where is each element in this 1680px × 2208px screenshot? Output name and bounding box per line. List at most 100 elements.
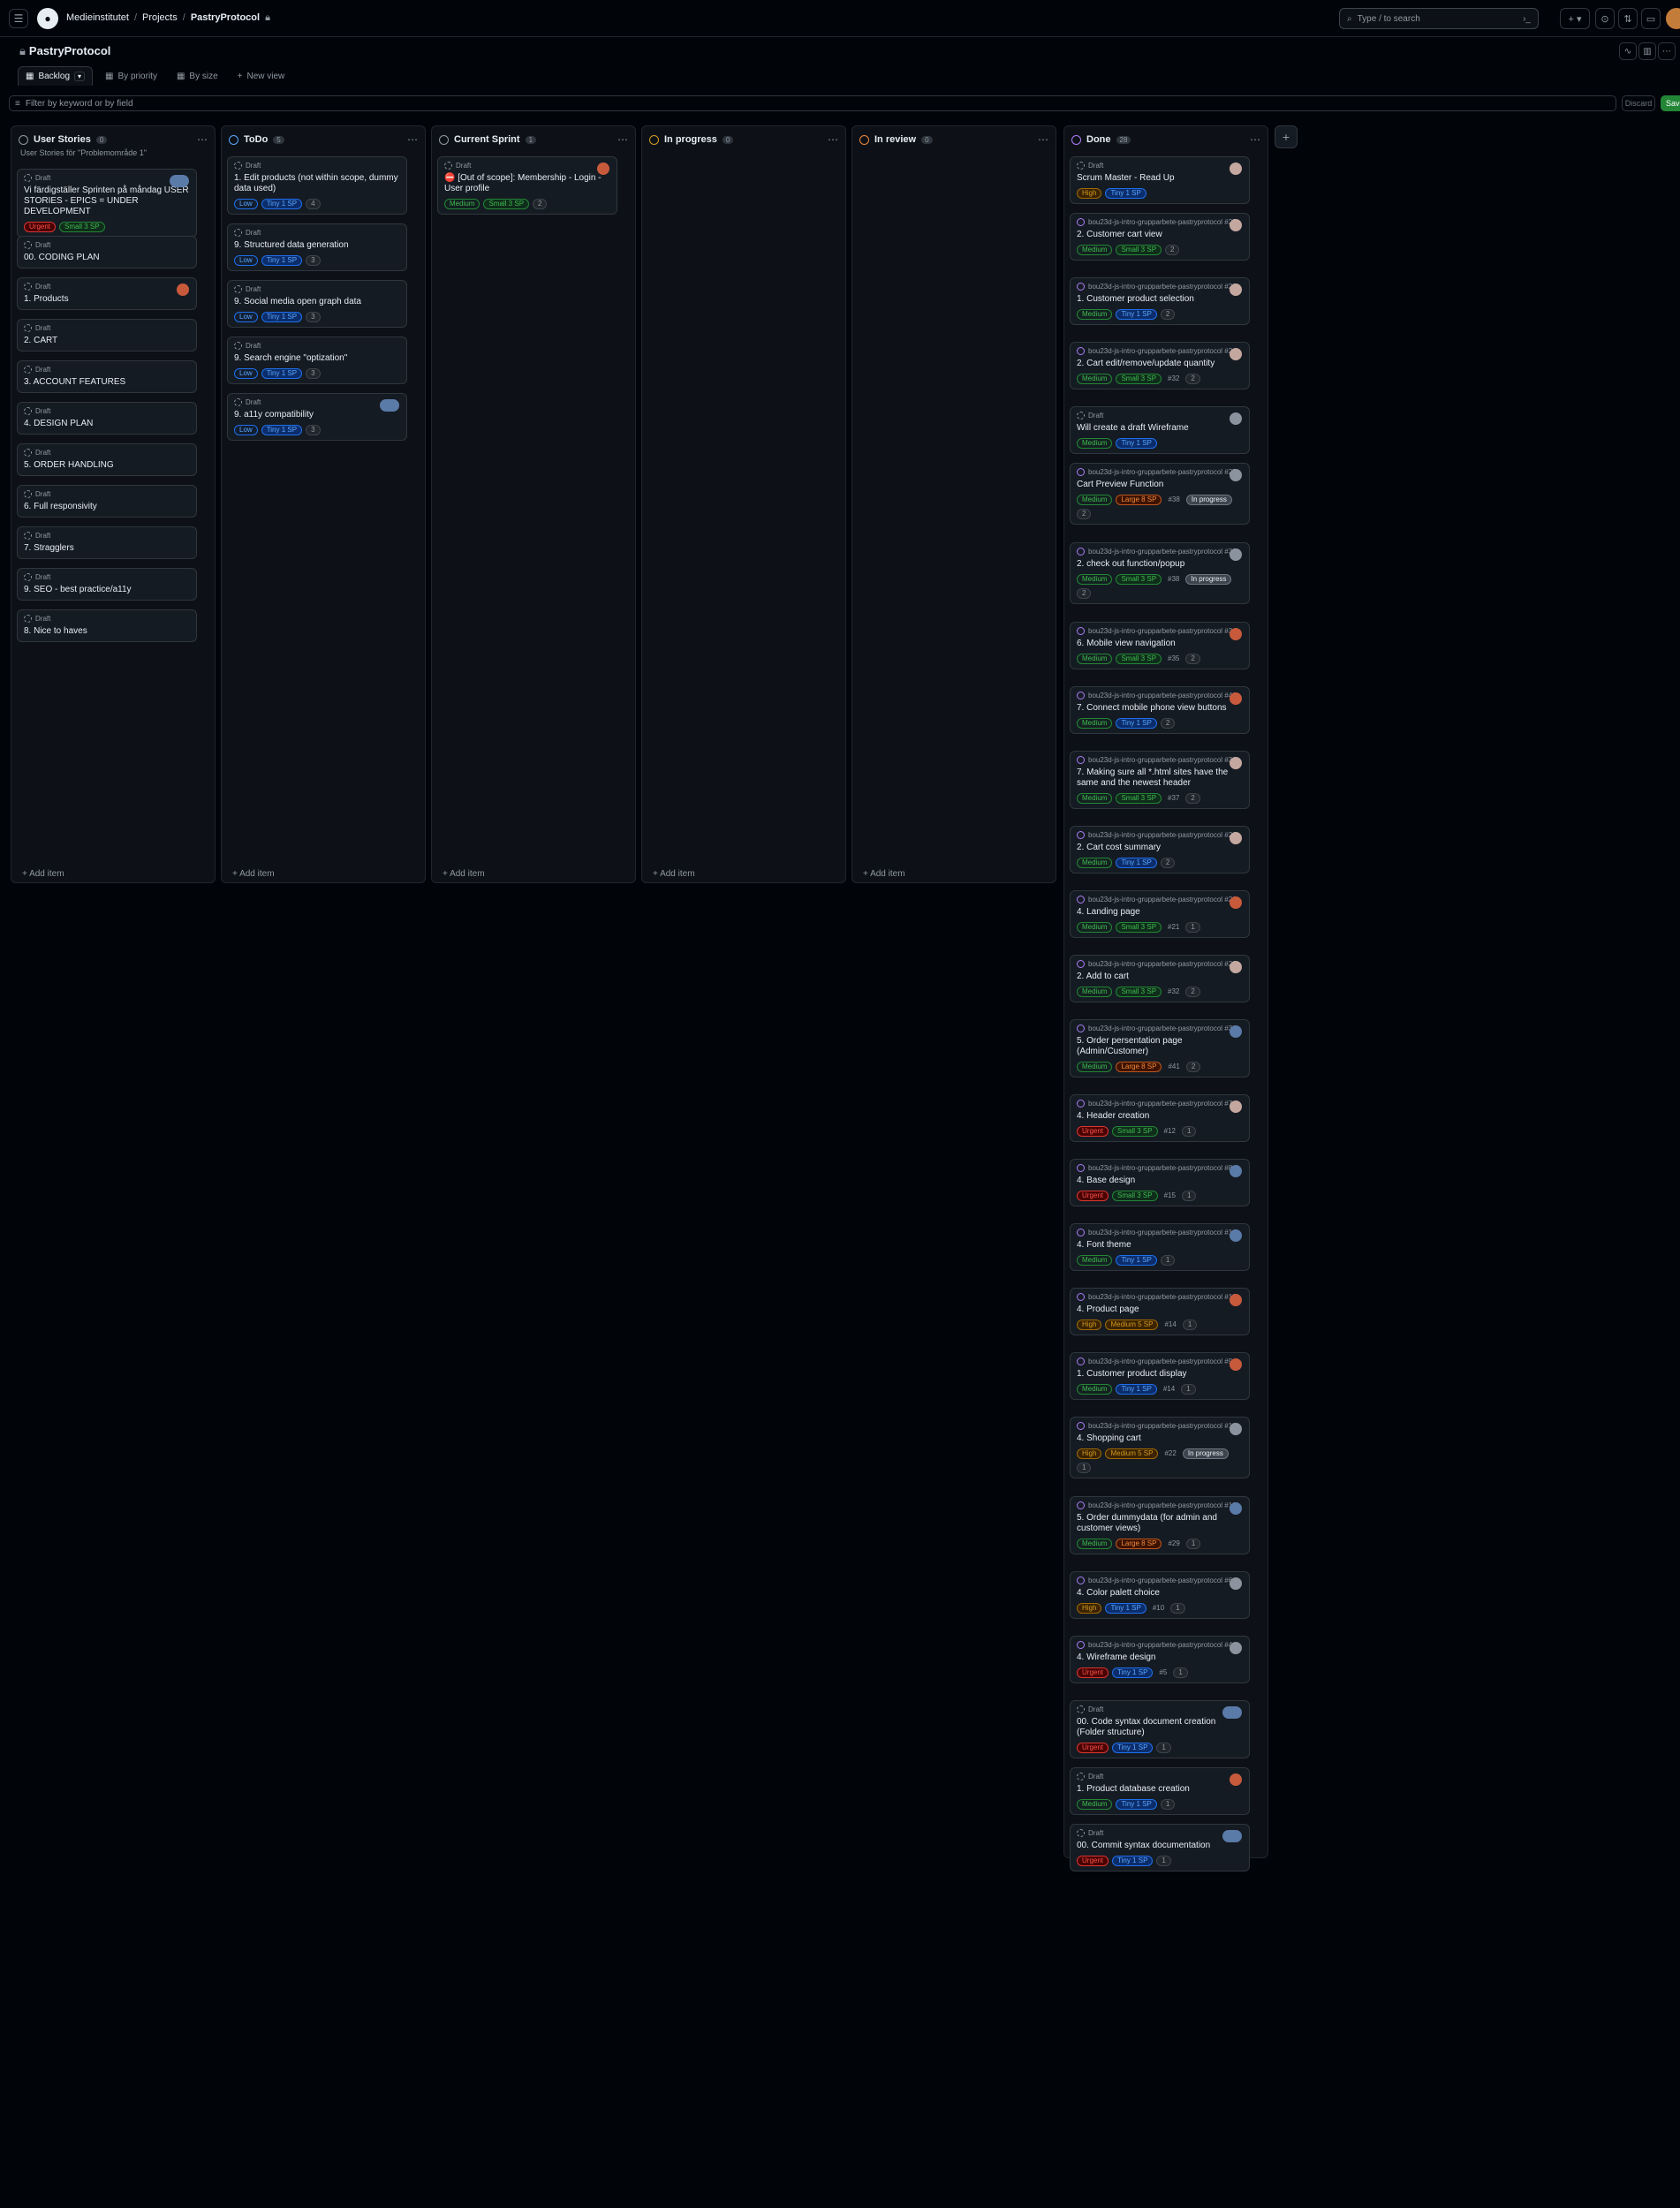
assignee-avatar[interactable] xyxy=(1230,219,1242,231)
card[interactable]: bou23d-js-intro-grupparbete-pastryprotoc… xyxy=(1070,1019,1250,1078)
card[interactable]: bou23d-js-intro-grupparbete-pastryprotoc… xyxy=(1070,622,1250,669)
card-title[interactable]: 1. Edit products (not within scope, dumm… xyxy=(234,173,400,194)
assignee-avatar[interactable] xyxy=(1230,1502,1242,1515)
card-title[interactable]: Cart Preview Function xyxy=(1077,480,1243,490)
card[interactable]: bou23d-js-intro-grupparbete-pastryprotoc… xyxy=(1070,1159,1250,1206)
tab-new-view[interactable]: + New view xyxy=(231,66,292,86)
assignee-avatar[interactable] xyxy=(1230,163,1242,175)
card[interactable]: bou23d-js-intro-grupparbete-pastryprotoc… xyxy=(1070,1496,1250,1554)
card[interactable]: Draft 00. CODING PLAN xyxy=(17,236,197,268)
card-title[interactable]: 2. CART xyxy=(24,336,190,346)
chevron-down-icon[interactable]: ▾ xyxy=(74,72,86,81)
add-item-button[interactable]: + Add item xyxy=(232,869,275,879)
card[interactable]: bou23d-js-intro-grupparbete-pastryprotoc… xyxy=(1070,826,1250,873)
card-title[interactable]: ⛔ [Out of scope]: Membership - Login - U… xyxy=(444,173,610,194)
card[interactable]: bou23d-js-intro-grupparbete-pastryprotoc… xyxy=(1070,213,1250,261)
assignee-avatar[interactable] xyxy=(1230,1773,1242,1786)
assignee-avatar[interactable] xyxy=(1230,1642,1242,1654)
card[interactable]: Draft 1. Edit products (not within scope,… xyxy=(227,156,407,215)
card-title[interactable]: 7. Connect mobile phone view buttons xyxy=(1077,703,1243,714)
card-title[interactable]: 7. Stragglers xyxy=(24,543,190,554)
insights-icon[interactable]: ∿ xyxy=(1619,42,1637,60)
card-title[interactable]: 4. Wireframe design xyxy=(1077,1652,1243,1663)
card-title[interactable]: 9. Social media open graph data xyxy=(234,297,400,307)
assignee-avatar[interactable] xyxy=(1230,412,1242,425)
card[interactable]: Draft 8. Nice to haves xyxy=(17,609,197,642)
card[interactable]: Draft 00. Code syntax document creation (… xyxy=(1070,1700,1250,1758)
inbox-icon[interactable]: ▭ xyxy=(1641,8,1661,29)
assignee-avatar[interactable] xyxy=(177,284,189,296)
card[interactable]: Draft 7. Stragglers xyxy=(17,526,197,559)
assignee-avatar[interactable] xyxy=(1230,1100,1242,1113)
card-title[interactable]: 9. SEO - best practice/a11y xyxy=(24,585,190,595)
card-title[interactable]: 2. Customer cart view xyxy=(1077,230,1243,240)
user-avatar[interactable] xyxy=(1666,8,1680,29)
assignee-avatar[interactable] xyxy=(1230,1165,1242,1177)
breadcrumb-project[interactable]: PastryProtocol xyxy=(191,12,260,24)
card-title[interactable]: 9. a11y compatibility xyxy=(234,410,400,420)
card-title[interactable]: Vi färdigställer Sprinten på måndag USER… xyxy=(24,185,190,217)
breadcrumb-org[interactable]: Medieinstitutet xyxy=(66,12,129,24)
card[interactable]: bou23d-js-intro-grupparbete-pastryprotoc… xyxy=(1070,1094,1250,1142)
card[interactable]: bou23d-js-intro-grupparbete-pastryprotoc… xyxy=(1070,1352,1250,1400)
card-title[interactable]: 1. Product database creation xyxy=(1077,1784,1243,1795)
card-title[interactable]: 4. Shopping cart xyxy=(1077,1433,1243,1444)
card[interactable]: Draft 1. Product database creation Medium T… xyxy=(1070,1767,1250,1815)
column-menu-icon[interactable]: ⋯ xyxy=(1038,133,1048,146)
create-new-button[interactable]: + ▾ xyxy=(1560,8,1590,29)
assignee-avatar[interactable] xyxy=(1230,961,1242,973)
menu-icon[interactable]: ☰ xyxy=(9,9,28,28)
column-menu-icon[interactable]: ⋯ xyxy=(617,133,628,146)
card[interactable]: bou23d-js-intro-grupparbete-pastryprotoc… xyxy=(1070,686,1250,734)
card-title[interactable]: 9. Search engine "optization" xyxy=(234,353,400,364)
assignee-avatar[interactable] xyxy=(1230,1577,1242,1590)
card-title[interactable]: 9. Structured data generation xyxy=(234,240,400,251)
card[interactable]: Draft 9. Structured data generation Low Tin… xyxy=(227,223,407,271)
card-title[interactable]: 1. Customer product display xyxy=(1077,1369,1243,1380)
add-column-button[interactable]: + xyxy=(1275,125,1298,148)
card[interactable]: Draft 9. Social media open graph data Low T… xyxy=(227,280,407,328)
card-title[interactable]: 4. Base design xyxy=(1077,1176,1243,1186)
card-title[interactable]: 4. DESIGN PLAN xyxy=(24,419,190,429)
card-title[interactable]: 2. Cart cost summary xyxy=(1077,843,1243,853)
filter-input[interactable]: ≡ Filter by keyword or by field xyxy=(9,95,1616,111)
card[interactable]: Draft ⛔ [Out of scope]: Membership - Logi… xyxy=(437,156,617,215)
card-title[interactable]: 8. Nice to haves xyxy=(24,626,190,637)
tab-by-size[interactable]: ▦ By size xyxy=(170,66,225,86)
card[interactable]: Draft 1. Products xyxy=(17,277,197,310)
save-button[interactable]: Save xyxy=(1661,95,1680,111)
card[interactable]: bou23d-js-intro-grupparbete-pastryprotoc… xyxy=(1070,1417,1250,1478)
card-title[interactable]: 1. Customer product selection xyxy=(1077,294,1243,305)
column-menu-icon[interactable]: ⋯ xyxy=(1250,133,1260,146)
command-palette-icon[interactable]: ›_ xyxy=(1523,14,1531,24)
tab-backlog[interactable]: ▦ Backlog ▾ xyxy=(18,66,94,86)
card-title[interactable]: 6. Full responsivity xyxy=(24,502,190,512)
tab-by-priority[interactable]: ▦ By priority xyxy=(98,66,164,86)
card-title[interactable]: 1. Products xyxy=(24,294,190,305)
card-title[interactable]: 6. Mobile view navigation xyxy=(1077,639,1243,649)
assignee-avatar[interactable] xyxy=(1230,832,1242,844)
card[interactable]: bou23d-js-intro-grupparbete-pastryprotoc… xyxy=(1070,751,1250,809)
card-title[interactable]: 5. Order dummydata (for admin and custom… xyxy=(1077,1513,1243,1534)
card[interactable]: Draft 4. DESIGN PLAN xyxy=(17,402,197,435)
assignee-avatar[interactable] xyxy=(1222,1706,1242,1719)
assignee-avatar[interactable] xyxy=(1230,757,1242,769)
card[interactable]: Draft 00. Commit syntax documentation Urge… xyxy=(1070,1824,1250,1872)
card[interactable]: Draft 9. SEO - best practice/a11y xyxy=(17,568,197,601)
column-menu-icon[interactable]: ⋯ xyxy=(407,133,418,146)
card[interactable]: bou23d-js-intro-grupparbete-pastryprotoc… xyxy=(1070,463,1250,525)
github-logo-icon[interactable]: ● xyxy=(37,8,58,29)
assignee-avatar[interactable] xyxy=(1222,1830,1242,1842)
card-title[interactable]: 2. Add to cart xyxy=(1077,972,1243,982)
column-menu-icon[interactable]: ⋯ xyxy=(197,133,208,146)
side-panel-icon[interactable]: ▥ xyxy=(1638,42,1656,60)
card[interactable]: Draft 3. ACCOUNT FEATURES xyxy=(17,360,197,393)
assignee-avatar[interactable] xyxy=(1230,469,1242,481)
card-title[interactable]: 4. Color palett choice xyxy=(1077,1588,1243,1599)
card-title[interactable]: Scrum Master - Read Up xyxy=(1077,173,1243,184)
card[interactable]: bou23d-js-intro-grupparbete-pastryprotoc… xyxy=(1070,277,1250,325)
card[interactable]: bou23d-js-intro-grupparbete-pastryprotoc… xyxy=(1070,955,1250,1002)
card-title[interactable]: 4. Font theme xyxy=(1077,1240,1243,1251)
card[interactable]: Draft 5. ORDER HANDLING xyxy=(17,443,197,476)
pull-requests-icon[interactable]: ⇅ xyxy=(1618,8,1638,29)
